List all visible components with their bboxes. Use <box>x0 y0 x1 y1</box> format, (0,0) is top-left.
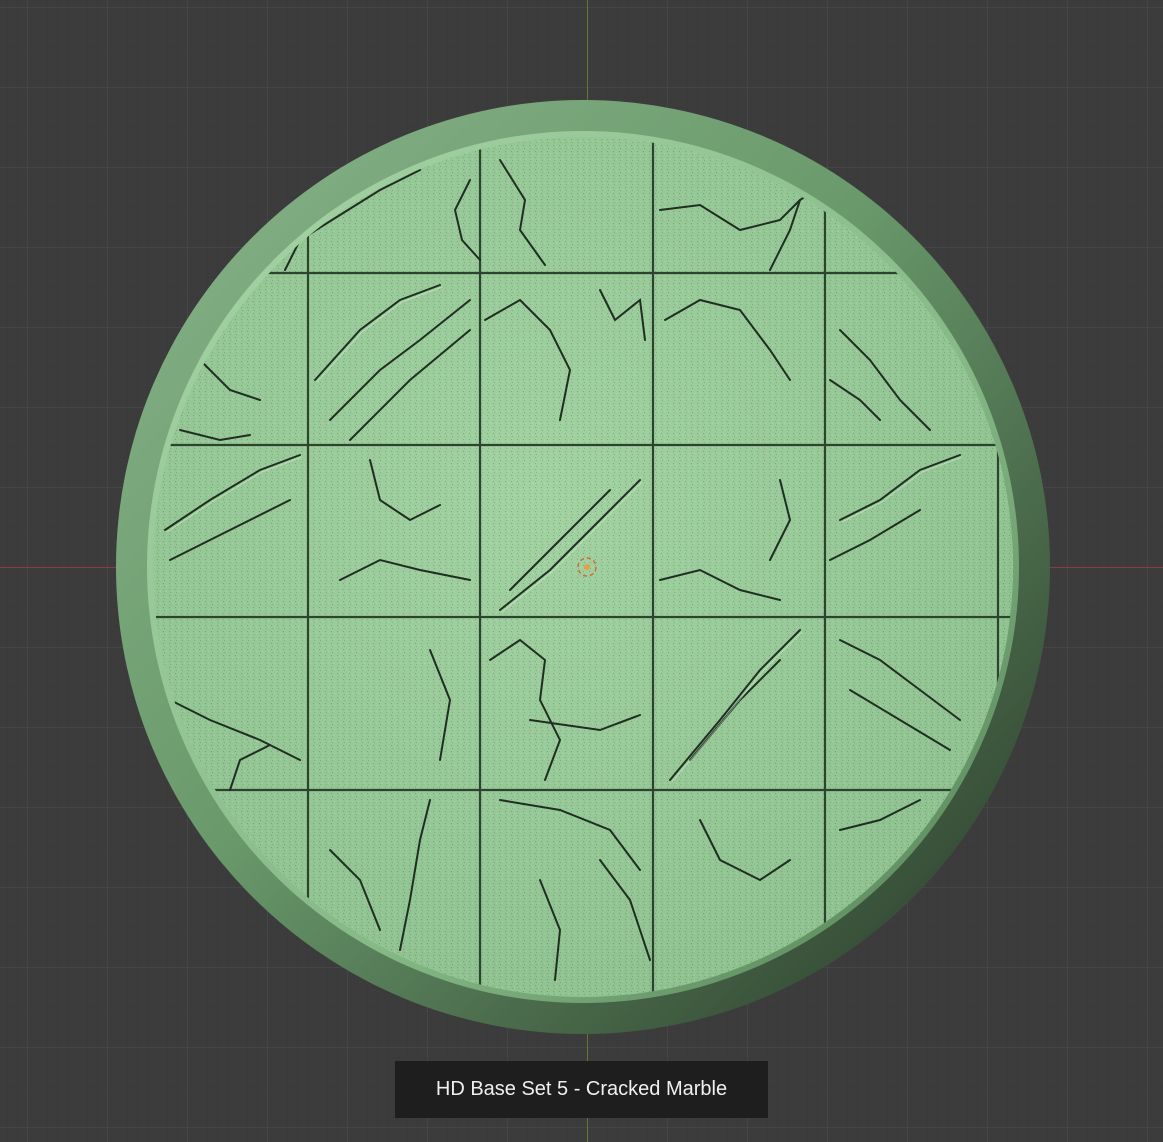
caption-text: HD Base Set 5 - Cracked Marble <box>435 1078 728 1100</box>
3d-viewport[interactable]: HD Base Set 5 - Cracked Marble <box>0 0 1163 1142</box>
caption-banner: HD Base Set 5 - Cracked Marble <box>395 1061 768 1118</box>
round-base-model[interactable] <box>0 0 1163 1142</box>
